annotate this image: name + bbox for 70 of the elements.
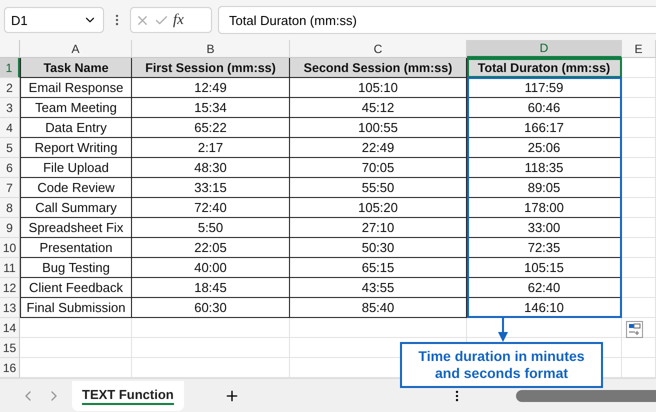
table-cell: 105:10 (290, 78, 467, 98)
table-cell: Bug Testing (20, 258, 132, 278)
arrow (496, 318, 510, 342)
row-header[interactable]: 5 (0, 138, 20, 158)
column-header[interactable]: E (622, 40, 656, 58)
table-cell: File Upload (20, 158, 132, 178)
table-cell: Call Summary (20, 198, 132, 218)
row-header[interactable]: 8 (0, 198, 20, 218)
row-header[interactable]: 6 (0, 158, 20, 178)
table-cell: 40:00 (132, 258, 290, 278)
function-icon[interactable]: fx (173, 12, 184, 28)
table-cell: 43:55 (290, 278, 467, 298)
table-cell: Final Submission (20, 298, 132, 318)
row-header[interactable]: 3 (0, 98, 20, 118)
table-cell: Data Entry (20, 118, 132, 138)
name-box[interactable]: D1 (4, 7, 104, 33)
header-cell: Total Duraton (mm:ss) (467, 58, 622, 78)
table-cell: 85:40 (290, 298, 467, 318)
row-header[interactable]: 9 (0, 218, 20, 238)
table-cell: 22:05 (132, 238, 290, 258)
formula-field[interactable]: Total Duraton (mm:ss) (218, 6, 656, 34)
table-cell: 18:45 (132, 278, 290, 298)
table-cell: Spreadsheet Fix (20, 218, 132, 238)
table-cell: Client Feedback (20, 278, 132, 298)
column-header[interactable]: C (290, 40, 467, 58)
row-header[interactable]: 7 (0, 178, 20, 198)
row-header[interactable]: 16 (0, 358, 20, 378)
table-cell: 60:30 (132, 298, 290, 318)
scrollbar[interactable] (516, 390, 656, 402)
table-cell: 72:40 (132, 198, 290, 218)
row-header[interactable]: 4 (0, 118, 20, 138)
row-header[interactable]: 11 (0, 258, 20, 278)
column-header[interactable]: A (20, 40, 132, 58)
table-cell: 70:05 (290, 158, 467, 178)
row-header[interactable]: 12 (0, 278, 20, 298)
table-cell: 48:30 (132, 158, 290, 178)
table-cell: 100:55 (290, 118, 467, 138)
row-header[interactable]: 1 (0, 58, 20, 78)
table-cell: Presentation (20, 238, 132, 258)
table-cell: 65:22 (132, 118, 290, 138)
row-header[interactable]: 14 (0, 318, 20, 338)
table-cell: 22:49 (290, 138, 467, 158)
sheet-tab[interactable]: TEXT Function (72, 380, 184, 410)
table-cell: Team Meeting (20, 98, 132, 118)
table-cell: 27:10 (290, 218, 467, 238)
table-cell: Report Writing (20, 138, 132, 158)
table-cell: 65:15 (290, 258, 467, 278)
header-cell: Task Name (20, 58, 132, 78)
table-cell: Email Response (20, 78, 132, 98)
table-cell: 33:15 (132, 178, 290, 198)
row-header[interactable]: 13 (0, 298, 20, 318)
table-cell: 15:34 (132, 98, 290, 118)
table-cell: Code Review (20, 178, 132, 198)
column-header[interactable]: D (467, 40, 622, 58)
row-header[interactable]: 10 (0, 238, 20, 258)
column-header[interactable]: B (132, 40, 290, 58)
table-cell: 2:17 (132, 138, 290, 158)
table-cell: 45:12 (290, 98, 467, 118)
table-cell: 105:20 (290, 198, 467, 218)
row-header[interactable]: 15 (0, 338, 20, 358)
header-cell: First Session (mm:ss) (132, 58, 290, 78)
row-header[interactable]: 2 (0, 78, 20, 98)
table-cell: 12:49 (132, 78, 290, 98)
header-cell: Second Session (mm:ss) (290, 58, 467, 78)
paste-options-icon[interactable] (626, 321, 643, 338)
table-cell: 55:50 (290, 178, 467, 198)
add-sheet-icon[interactable] (224, 388, 240, 404)
callout: Time duration in minutes and seconds format (400, 342, 603, 388)
table-cell: 5:50 (132, 218, 290, 238)
table-cell: 50:30 (290, 238, 467, 258)
